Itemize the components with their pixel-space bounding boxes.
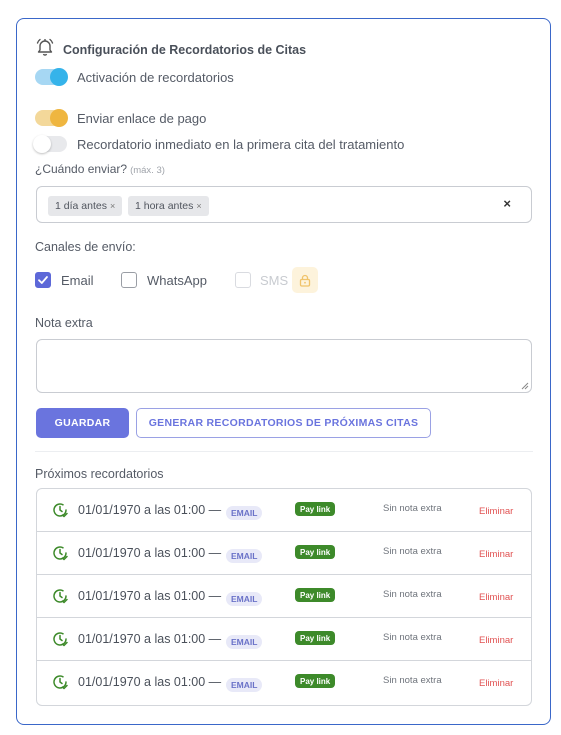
list-item: 01/01/1970 a las 01:00 — EMAIL Pay link … [37,618,531,661]
when-to-send-label: ¿Cuándo enviar? (máx. 3) [35,162,165,176]
clock-check-icon [52,588,68,609]
resize-handle-icon [521,382,529,390]
pay-link-badge: Pay link [295,674,336,688]
channels-label: Canales de envío: [35,240,136,254]
pay-link-badge: Pay link [295,588,336,602]
reminder-note: Sin nota extra [383,675,442,686]
list-item: 01/01/1970 a las 01:00 — EMAIL Pay link … [37,575,531,618]
reminder-date: 01/01/1970 a las 01:00 — [78,632,222,646]
chip-remove-icon[interactable]: × [110,201,115,211]
list-item: 01/01/1970 a las 01:00 — EMAIL Pay link … [37,489,531,532]
reminder-note: Sin nota extra [383,589,442,600]
reminder-date: 01/01/1970 a las 01:00 — [78,546,222,560]
delete-link[interactable]: Eliminar [479,635,513,646]
email-checkbox[interactable] [35,272,51,288]
delete-link[interactable]: Eliminar [479,592,513,603]
upcoming-reminders-label: Próximos recordatorios [35,467,164,481]
extra-note-label: Nota extra [35,316,93,330]
extra-note-textarea[interactable] [36,339,532,393]
channel-badge: EMAIL [226,506,263,520]
chip-remove-icon[interactable]: × [196,201,201,211]
divider [35,451,533,452]
immediate-reminder-toggle[interactable] [33,135,67,153]
card-header: Configuración de Recordatorios de Citas [35,37,306,62]
pay-link-badge: Pay link [295,631,336,645]
reminder-date: 01/01/1970 a las 01:00 — [78,589,222,603]
whatsapp-label: WhatsApp [147,272,207,288]
reminder-note: Sin nota extra [383,632,442,643]
clock-check-icon [52,674,68,695]
chip-1-hour-before: 1 hora antes × [128,196,209,216]
list-item: 01/01/1970 a las 01:00 — EMAIL Pay link … [37,532,531,575]
clock-check-icon [52,502,68,523]
channels-options: Email WhatsApp SMS [35,267,319,293]
clear-selection-icon[interactable]: × [503,196,511,211]
when-to-send-select[interactable]: 1 día antes × 1 hora antes × × [36,186,532,223]
activation-toggle[interactable] [35,68,68,86]
reminder-note: Sin nota extra [383,546,442,557]
delete-link[interactable]: Eliminar [479,678,513,689]
chip-label: 1 hora antes [135,200,194,212]
check-icon [38,276,48,284]
delete-link[interactable]: Eliminar [479,549,513,560]
pay-link-badge: Pay link [295,545,336,559]
channel-badge: EMAIL [226,592,263,606]
channel-badge: EMAIL [226,635,263,649]
channel-badge: EMAIL [226,678,263,692]
chip-1-day-before: 1 día antes × [48,196,123,216]
reminder-date: 01/01/1970 a las 01:00 — [78,675,222,689]
toggle-row-immediate: Recordatorio inmediato en la primera cit… [33,135,405,153]
chip-label: 1 día antes [55,200,107,212]
generate-reminders-button[interactable]: GENERAR RECORDATORIOS DE PRÓXIMAS CITAS [136,408,431,438]
max-hint: (máx. 3) [130,165,165,176]
clock-check-icon [52,631,68,652]
reminder-note: Sin nota extra [383,503,442,514]
activation-toggle-label: Activación de recordatorios [77,69,234,85]
list-item: 01/01/1970 a las 01:00 — EMAIL Pay link … [37,661,531,704]
whatsapp-checkbox[interactable] [121,272,137,288]
immediate-reminder-toggle-label: Recordatorio inmediato en la primera cit… [77,136,405,152]
payment-link-toggle-label: Enviar enlace de pago [77,110,207,126]
sms-checkbox [235,272,251,288]
toggle-row-activation: Activación de recordatorios [35,68,234,86]
lock-icon [292,267,319,293]
pay-link-badge: Pay link [295,502,336,516]
when-to-send-text: ¿Cuándo enviar? [35,162,128,176]
toggle-row-payment-link: Enviar enlace de pago [35,109,207,127]
save-button[interactable]: GUARDAR [36,408,129,438]
reminder-date: 01/01/1970 a las 01:00 — [78,503,222,517]
reminders-card: Configuración de Recordatorios de Citas … [16,18,551,725]
upcoming-reminders-list: 01/01/1970 a las 01:00 — EMAIL Pay link … [36,488,532,706]
payment-link-toggle[interactable] [35,109,68,127]
delete-link[interactable]: Eliminar [479,506,513,517]
email-label: Email [61,272,94,288]
clock-check-icon [52,545,68,566]
sms-label: SMS [260,272,289,288]
channel-badge: EMAIL [226,549,263,563]
bell-icon [35,37,55,62]
page-title: Configuración de Recordatorios de Citas [63,42,307,57]
